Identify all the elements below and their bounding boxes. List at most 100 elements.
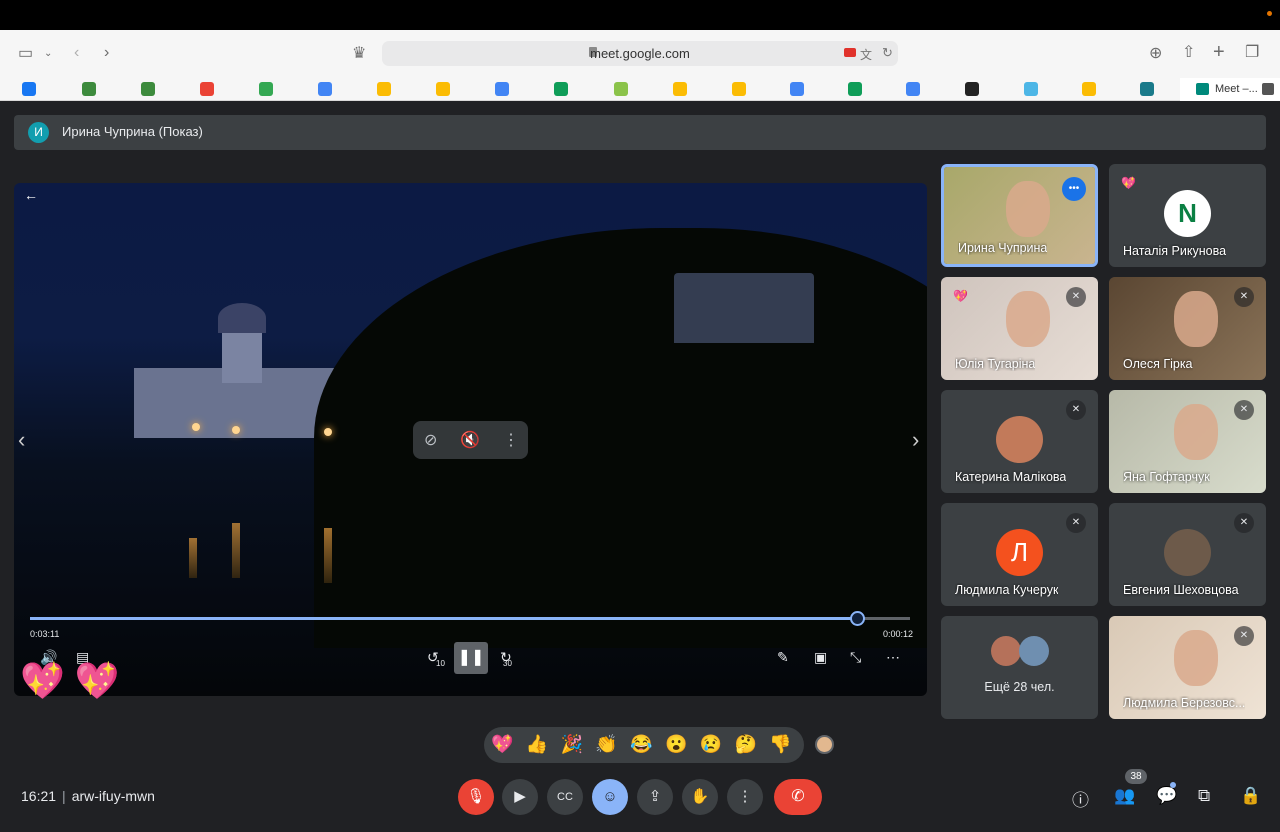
sidebar-toggle-icon[interactable]: ▭ [18, 44, 33, 64]
meeting-details-icon[interactable]: ⓘ [1072, 786, 1089, 811]
chat-icon[interactable]: 💬 [1156, 786, 1177, 806]
emoji-button[interactable]: ☺ [592, 779, 628, 815]
translate-icon[interactable]: 文 [860, 46, 872, 63]
activities-icon[interactable]: ⧉ [1198, 786, 1210, 806]
bookmark-icon[interactable] [906, 82, 920, 96]
reload-icon[interactable]: ↻ [882, 45, 893, 61]
participant-tile[interactable]: ✕ Катерина Малікова [941, 390, 1098, 493]
reaction-emoji-button[interactable]: 👍 [526, 734, 548, 755]
remaining-time: 0:00:12 [883, 629, 914, 639]
participant-avatar [996, 416, 1043, 463]
meet-icon [1196, 83, 1209, 95]
church-scene [134, 303, 334, 438]
picture-in-picture-icon[interactable]: ▣ [814, 649, 827, 666]
reaction-emoji-button[interactable]: 🤔 [735, 734, 757, 755]
bookmark-icon[interactable] [848, 82, 862, 96]
camera-button[interactable]: ▶ [502, 779, 538, 815]
more-options-icon[interactable]: ⋮ [503, 430, 519, 450]
bookmark-icon[interactable] [673, 82, 687, 96]
skin-tone-picker[interactable] [815, 735, 834, 754]
reaction-emoji-button[interactable]: 👏 [595, 734, 617, 755]
new-tab-icon[interactable]: + [1213, 42, 1225, 62]
reaction-emoji-button[interactable]: 💖 [491, 734, 513, 755]
participant-name: Яна Гофтарчук [1123, 470, 1210, 484]
captions-button[interactable]: CC [547, 779, 583, 815]
participant-tile[interactable]: ✕ Олеся Гірка [1109, 277, 1266, 380]
chevron-down-icon[interactable]: ⌄ [44, 44, 52, 64]
shared-video-stage[interactable]: ← ‹ › ⊘ 🔇 ⋮ 0:03:11 0:00:12 🔊 ▤ ↺ 10 ❚❚ … [14, 183, 927, 696]
bookmark-icon[interactable] [495, 82, 509, 96]
bookmark-icon[interactable] [377, 82, 391, 96]
bookmark-icon[interactable] [82, 82, 96, 96]
bookmark-icon[interactable] [1082, 82, 1096, 96]
participant-tile[interactable]: ••• Ирина Чуприна [941, 164, 1098, 267]
browser-toolbar: ▭ ⌄ ‹ › ♛ meet.google.com 文 ↻ ⊕ ⇧ + ❐ [0, 30, 1280, 78]
mic-muted-icon: ✕ [1234, 400, 1254, 420]
people-count-badge: 38 [1125, 769, 1147, 784]
participant-tile[interactable]: 💖 ✕ Юлія Тугаріна [941, 277, 1098, 380]
participant-tile[interactable]: ✕ Яна Гофтарчук [1109, 390, 1266, 493]
downloads-icon[interactable]: ⊕ [1149, 44, 1162, 64]
bookmark-icon[interactable] [732, 82, 746, 96]
people-icon[interactable]: 👥 [1114, 786, 1135, 806]
exit-fullscreen-icon[interactable]: ⤡ [850, 649, 861, 666]
end-call-button[interactable]: ✆ [774, 779, 822, 815]
bookmark-icon[interactable] [200, 82, 214, 96]
participant-tile[interactable]: ✕ Людмила Березовс... [1109, 616, 1266, 719]
reaction-emoji-button[interactable]: 😂 [630, 734, 652, 755]
camera-icon [1262, 83, 1274, 95]
participant-tile[interactable]: Ещё 28 чел. [941, 616, 1098, 719]
meeting-info: 16:21 | arw-ifuy-mwn [21, 788, 155, 804]
more-icon[interactable]: ⋯ [886, 649, 900, 666]
annotate-pencil-icon[interactable]: ✎ [777, 649, 789, 666]
reaction-emoji-button[interactable]: 👎 [769, 734, 791, 755]
back-arrow-icon[interactable]: ← [24, 187, 38, 203]
pause-button[interactable]: ❚❚ [454, 642, 488, 674]
participant-name: Ирина Чуприна [958, 241, 1048, 255]
speaking-indicator-icon: ••• [1062, 177, 1086, 201]
reaction-emoji-button[interactable]: 😢 [700, 734, 722, 755]
bookmark-icon[interactable] [436, 82, 450, 96]
mic-muted-icon: ✕ [1066, 513, 1086, 533]
bookmark-icon[interactable] [965, 82, 979, 96]
participant-tile[interactable]: N 💖 Наталія Рикунова [1109, 164, 1266, 267]
bookmark-icon[interactable] [614, 82, 628, 96]
address-url: meet.google.com [590, 46, 690, 61]
reaction-emoji-button[interactable]: 🎉 [561, 734, 583, 755]
next-icon[interactable]: › [912, 427, 919, 453]
video-progress-bar[interactable] [30, 611, 910, 626]
raise-hand-button[interactable]: ✋ [682, 779, 718, 815]
participant-tile[interactable]: Л ✕ Людмила Кучерук [941, 503, 1098, 606]
bookmark-icon[interactable] [141, 82, 155, 96]
mute-audio-icon[interactable]: 🔇 [460, 430, 480, 450]
bookmark-icon[interactable] [1140, 82, 1154, 96]
pin-off-icon[interactable]: ⊘ [424, 430, 437, 450]
present-button[interactable]: ⇪ [637, 779, 673, 815]
reaction-icon: 💖 [1121, 176, 1136, 190]
tab-meet[interactable]: Meet –... [1180, 78, 1280, 101]
back-icon[interactable]: ‹ [74, 43, 79, 63]
more-options-button[interactable]: ⋮ [727, 779, 763, 815]
reaction-emoji-button[interactable]: 😮 [665, 734, 687, 755]
hill-silhouette [314, 228, 927, 648]
bookmark-icon[interactable] [554, 82, 568, 96]
bookmark-icon[interactable] [318, 82, 332, 96]
camera-in-use-icon[interactable] [844, 48, 856, 57]
participant-tile[interactable]: ✕ Евгения Шеховцова [1109, 503, 1266, 606]
progress-fill [30, 617, 858, 620]
previous-icon[interactable]: ‹ [18, 427, 25, 453]
forward-icon[interactable]: › [104, 43, 109, 63]
host-controls-icon[interactable]: 🔒 [1240, 786, 1261, 806]
bookmark-icon[interactable] [1024, 82, 1038, 96]
address-bar[interactable]: meet.google.com 文 ↻ [382, 41, 898, 66]
bookmark-icon[interactable] [22, 82, 36, 96]
bookmark-icon[interactable] [259, 82, 273, 96]
share-icon[interactable]: ⇧ [1182, 43, 1195, 63]
extension-icon[interactable]: ♛ [352, 44, 366, 64]
mic-off-button[interactable]: 🎙 [458, 779, 494, 815]
participant-avatar: N [1164, 190, 1211, 237]
tab-overview-icon[interactable]: ❐ [1245, 43, 1259, 63]
mic-muted-icon: ✕ [1234, 287, 1254, 307]
bookmark-icon[interactable] [790, 82, 804, 96]
participant-name: Евгения Шеховцова [1123, 583, 1239, 597]
